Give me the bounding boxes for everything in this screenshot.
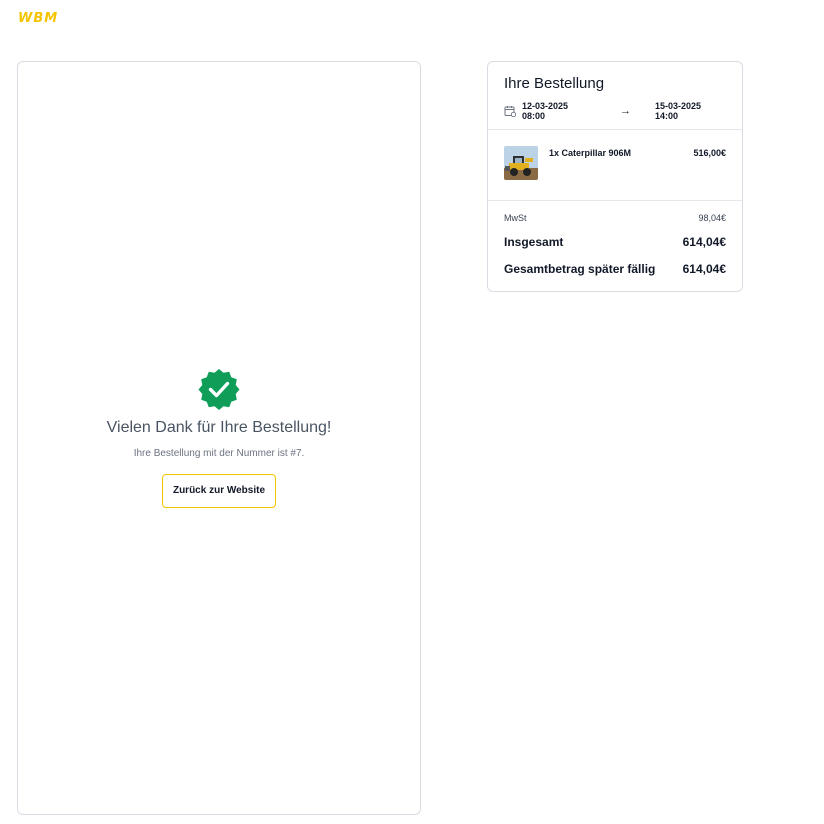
order-summary-card: Ihre Bestellung 12-03-2025 08:00 → 15-03… bbox=[487, 61, 743, 292]
arrow-right-icon: → bbox=[620, 105, 631, 117]
confirmation-content: Vielen Dank für Ihre Bestellung! Ihre Be… bbox=[18, 367, 420, 508]
check-badge-icon bbox=[197, 367, 241, 411]
rental-period: 12-03-2025 08:00 → 15-03-2025 14:00 bbox=[504, 101, 726, 121]
vat-label: MwSt bbox=[504, 213, 527, 223]
rental-start: 12-03-2025 08:00 bbox=[522, 101, 569, 121]
thank-you-title: Vielen Dank für Ihre Bestellung! bbox=[106, 419, 332, 436]
due-later-value: 614,04€ bbox=[682, 262, 726, 276]
vat-value: 98,04€ bbox=[698, 213, 726, 223]
order-summary-header: Ihre Bestellung 12-03-2025 08:00 → 15-03… bbox=[488, 62, 742, 130]
vat-row: MwSt 98,04€ bbox=[504, 213, 726, 223]
order-totals: MwSt 98,04€ Insgesamt 614,04€ Gesamtbetr… bbox=[488, 201, 742, 276]
confirmation-panel: Vielen Dank für Ihre Bestellung! Ihre Be… bbox=[17, 61, 421, 815]
calendar-icon bbox=[504, 105, 516, 117]
due-later-label: Gesamtbetrag später fällig bbox=[504, 262, 656, 276]
back-to-website-button[interactable]: Zurück zur Website bbox=[161, 474, 277, 508]
order-number-text: Ihre Bestellung mit der Nummer ist #7. bbox=[133, 448, 305, 459]
due-later-row: Gesamtbetrag später fällig 614,04€ bbox=[504, 262, 726, 276]
order-item: 1x Caterpillar 906M 516,00€ bbox=[488, 130, 742, 201]
total-label: Insgesamt bbox=[504, 235, 564, 249]
product-thumbnail bbox=[504, 146, 538, 180]
order-item-price: 516,00€ bbox=[693, 148, 726, 158]
total-value: 614,04€ bbox=[682, 235, 726, 249]
brand-logo[interactable]: WBM bbox=[18, 11, 58, 26]
order-summary-title: Ihre Bestellung bbox=[504, 75, 605, 92]
rental-end: 15-03-2025 14:00 bbox=[655, 101, 702, 121]
total-row: Insgesamt 614,04€ bbox=[504, 235, 726, 249]
order-item-name: 1x Caterpillar 906M bbox=[549, 148, 632, 158]
